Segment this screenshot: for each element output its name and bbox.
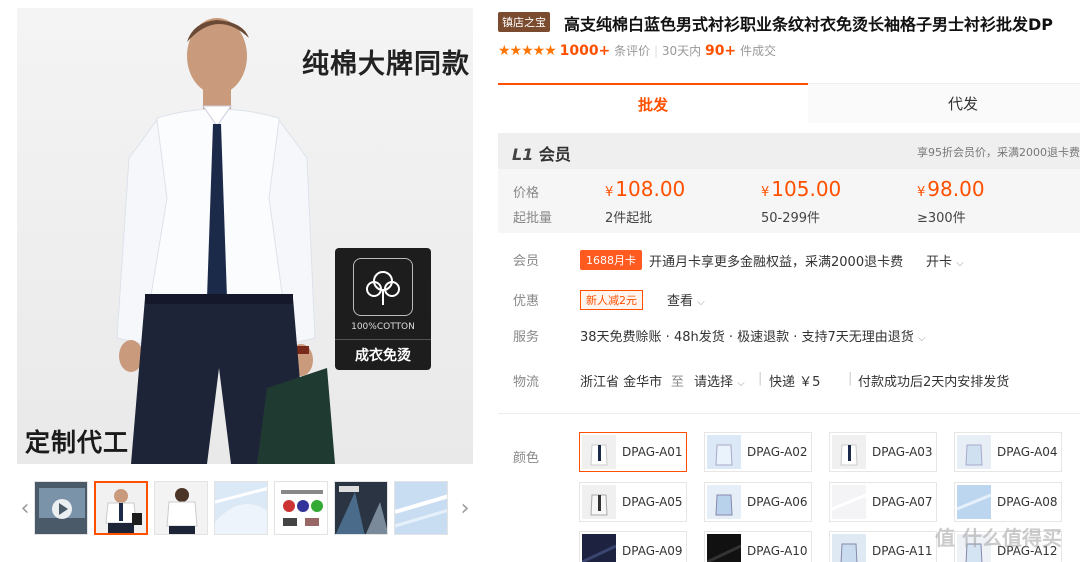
service-label: 服务 — [513, 330, 540, 345]
thumbnail-fabric[interactable] — [214, 481, 268, 535]
color-option[interactable]: DPAG-A03 — [829, 432, 937, 472]
thumbnail-fabric-blue[interactable] — [394, 481, 448, 535]
reviews-label[interactable]: 条评价 — [614, 44, 650, 58]
tier-qty: ≥300件 — [917, 211, 966, 226]
chevron-down-icon: ⌵ — [917, 333, 926, 344]
ship-from: 浙江省 金华市 — [580, 375, 663, 390]
sold-suffix: 件成交 — [740, 44, 777, 58]
to-word: 至 — [671, 375, 685, 390]
vip-text: 开通月卡享更多金融权益，采满2000退卡费 — [649, 255, 904, 270]
color-option[interactable]: DPAG-A11 — [829, 531, 937, 562]
thumbnail-model-front[interactable] — [94, 481, 148, 535]
sold-prefix: 30天内 — [661, 44, 702, 58]
ship-note: 付款成功后2天内安排发货 — [858, 375, 1010, 390]
product-title: 高支纯棉白蓝色男式衬衫职业条纹衬衣免烫长袖格子男士衬衫批发DP — [564, 15, 1054, 34]
chevron-left-icon[interactable]: ‹ — [17, 496, 33, 521]
sold-count: 90+ — [704, 43, 737, 59]
level-icon: L1 — [512, 145, 534, 164]
thumbnail-factory[interactable] — [334, 481, 388, 535]
play-icon — [35, 482, 87, 534]
thumbnail-strip: ‹ › — [17, 478, 473, 540]
main-product-image: 纯棉大牌同款 100%COTTON 成衣免烫 定制代工 — [17, 8, 473, 464]
chevron-down-icon: ⌵ — [956, 258, 964, 269]
logistics-label: 物流 — [513, 375, 540, 390]
divider-line — [498, 413, 1080, 414]
promo-tag: 新人减2元 — [580, 290, 643, 310]
vip-label: 会员 — [513, 254, 540, 269]
color-option[interactable]: DPAG-A04 — [954, 432, 1062, 472]
rating-row: ★★★★★ 1000+ 条评价 | 30天内 90+ 件成交 — [498, 43, 777, 59]
cotton-badge: 100%COTTON 成衣免烫 — [335, 248, 431, 370]
shop-badge: 镇店之宝 — [498, 12, 550, 32]
express-fee: 快递 ￥5 — [769, 375, 821, 390]
tier-price: ¥98.00 — [917, 177, 985, 201]
cotton-icon — [353, 258, 413, 316]
thumbnail-video[interactable] — [34, 481, 88, 535]
purchase-mode-tabs: 批发 代发 — [498, 83, 1080, 123]
tab-dropship[interactable]: 代发 — [808, 83, 1080, 123]
service-text[interactable]: 38天免费赊账 · 48h发货 · 极速退款 · 支持7天无理由退货 ⌵ — [580, 326, 926, 345]
color-label: 颜色 — [513, 451, 540, 466]
star-rating-icon: ★★★★★ — [498, 43, 557, 59]
tab-wholesale[interactable]: 批发 — [498, 83, 808, 123]
page: 纯棉大牌同款 100%COTTON 成衣免烫 定制代工 ‹ › 镇店之宝 高支纯… — [0, 0, 1080, 562]
open-card-link[interactable]: 开卡 ⌵ — [926, 251, 964, 270]
member-note: 享95折会员价，采满2000退卡费 — [917, 146, 1080, 159]
color-option[interactable]: DPAG-A07 — [829, 482, 937, 522]
promo-label: 优惠 — [513, 294, 540, 309]
member-level: L1 会员 — [512, 141, 571, 165]
reviews-count[interactable]: 1000+ — [560, 43, 611, 59]
color-option[interactable]: DPAG-A05 — [579, 482, 687, 522]
member-price-box: L1 会员 享95折会员价，采满2000退卡费 价格 起批量 ¥108.00 2… — [498, 133, 1080, 233]
tier-qty: 2件起批 — [605, 211, 653, 226]
chevron-right-icon[interactable]: › — [457, 496, 473, 521]
view-promo-link[interactable]: 查看 ⌵ — [667, 290, 705, 309]
color-option[interactable]: DPAG-A02 — [704, 432, 812, 472]
destination-select[interactable]: 请选择 ⌵ — [694, 371, 745, 390]
thumbnail-brands[interactable] — [274, 481, 328, 535]
member-header: L1 会员 享95折会员价，采满2000退卡费 — [498, 133, 1080, 169]
divider: | — [758, 371, 763, 386]
thumbnail-model-back[interactable] — [154, 481, 208, 535]
color-option[interactable]: DPAG-A01 — [579, 432, 687, 472]
watermark: 值 什么值得买 — [935, 526, 1062, 550]
cotton-tag: 成衣免烫 — [335, 339, 431, 365]
qty-label: 起批量 — [513, 211, 553, 226]
price-label: 价格 — [513, 186, 540, 201]
chevron-down-icon: ⌵ — [697, 297, 705, 308]
vip-card-tag: 1688月卡 — [580, 250, 642, 270]
color-option[interactable]: DPAG-A09 — [579, 531, 687, 562]
oem-text: 定制代工 — [25, 428, 130, 457]
slogan-text: 纯棉大牌同款 — [302, 49, 470, 80]
divider: | — [848, 371, 853, 386]
tier-qty: 50-299件 — [761, 211, 821, 226]
tier-price: ¥108.00 — [605, 177, 686, 201]
color-option[interactable]: DPAG-A10 — [704, 531, 812, 562]
color-option[interactable]: DPAG-A06 — [704, 482, 812, 522]
cotton-label: 100%COTTON — [351, 322, 415, 332]
member-level-label: 会员 — [538, 145, 571, 164]
tier-price: ¥105.00 — [761, 177, 842, 201]
chevron-down-icon: ⌵ — [737, 378, 745, 389]
color-option[interactable]: DPAG-A08 — [954, 482, 1062, 522]
